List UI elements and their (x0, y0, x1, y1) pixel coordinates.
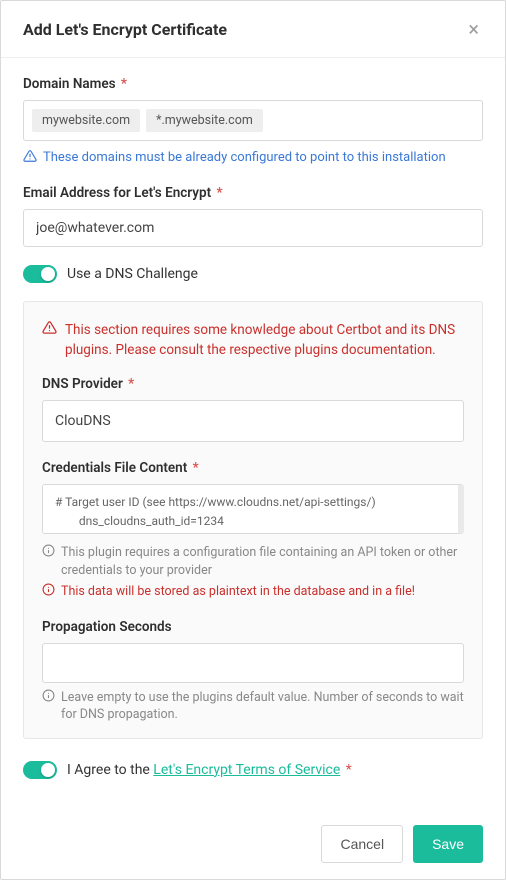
dns-section-warning: This section requires some knowledge abo… (42, 320, 464, 361)
dns-provider-label: DNS Provider * (42, 376, 464, 392)
email-label-text: Email Address for Let's Encrypt (23, 185, 211, 201)
domain-names-input[interactable]: mywebsite.com *.mywebsite.com (23, 100, 483, 141)
required-asterisk: * (125, 376, 134, 392)
email-field[interactable] (23, 209, 483, 247)
dns-section: This section requires some knowledge abo… (23, 301, 483, 739)
info-circle-icon (42, 689, 55, 702)
info-circle-icon (42, 544, 55, 557)
modal-header: Add Let's Encrypt Certificate × (1, 1, 505, 58)
required-asterisk: * (342, 762, 352, 778)
required-asterisk: * (118, 76, 127, 92)
tos-link[interactable]: Let's Encrypt Terms of Service (153, 762, 340, 778)
dns-challenge-toggle-row: Use a DNS Challenge (23, 265, 483, 283)
dns-provider-label-text: DNS Provider (42, 376, 123, 392)
modal-body: Domain Names * mywebsite.com *.mywebsite… (1, 58, 505, 813)
propagation-help: Leave empty to use the plugins default v… (42, 689, 464, 724)
domain-info: These domains must be already configured… (23, 149, 483, 167)
agree-label: I Agree to the Let's Encrypt Terms of Se… (67, 762, 352, 778)
dns-section-warning-text: This section requires some knowledge abo… (65, 320, 464, 361)
info-circle-icon (42, 583, 55, 596)
creds-label-text: Credentials File Content (42, 460, 187, 476)
required-asterisk: * (213, 185, 222, 201)
creds-help: This plugin requires a configuration fil… (42, 544, 464, 579)
domain-tag[interactable]: *.mywebsite.com (146, 109, 263, 132)
domain-tag[interactable]: mywebsite.com (32, 109, 140, 132)
close-icon[interactable]: × (464, 19, 483, 39)
cancel-button[interactable]: Cancel (321, 825, 403, 863)
modal-title: Add Let's Encrypt Certificate (23, 20, 227, 39)
propagation-label: Propagation Seconds (42, 619, 464, 635)
domain-names-label-text: Domain Names (23, 76, 116, 92)
propagation-help-text: Leave empty to use the plugins default v… (61, 689, 464, 724)
required-asterisk: * (189, 460, 198, 476)
dns-provider-select[interactable]: ClouDNS (42, 400, 464, 442)
dns-challenge-toggle[interactable] (23, 265, 57, 283)
dns-provider-value: ClouDNS (55, 413, 111, 429)
creds-textarea[interactable] (42, 484, 464, 534)
warning-triangle-icon (42, 320, 57, 335)
warning-triangle-icon (23, 149, 37, 163)
creds-label: Credentials File Content * (42, 460, 464, 476)
save-button[interactable]: Save (413, 825, 483, 863)
email-label: Email Address for Let's Encrypt * (23, 185, 483, 201)
propagation-input[interactable] (42, 643, 464, 683)
modal-add-cert: Add Let's Encrypt Certificate × Domain N… (0, 0, 506, 880)
agree-toggle[interactable] (23, 761, 57, 779)
modal-footer: Cancel Save (1, 813, 505, 879)
creds-danger: This data will be stored as plaintext in… (42, 583, 464, 601)
dns-challenge-toggle-label: Use a DNS Challenge (67, 266, 198, 282)
agree-prefix: I Agree to the (67, 762, 153, 778)
agree-toggle-row: I Agree to the Let's Encrypt Terms of Se… (23, 761, 483, 779)
domain-info-text: These domains must be already configured… (43, 149, 446, 167)
domain-names-label: Domain Names * (23, 76, 483, 92)
creds-help-text: This plugin requires a configuration fil… (61, 544, 464, 579)
creds-danger-text: This data will be stored as plaintext in… (61, 583, 415, 601)
